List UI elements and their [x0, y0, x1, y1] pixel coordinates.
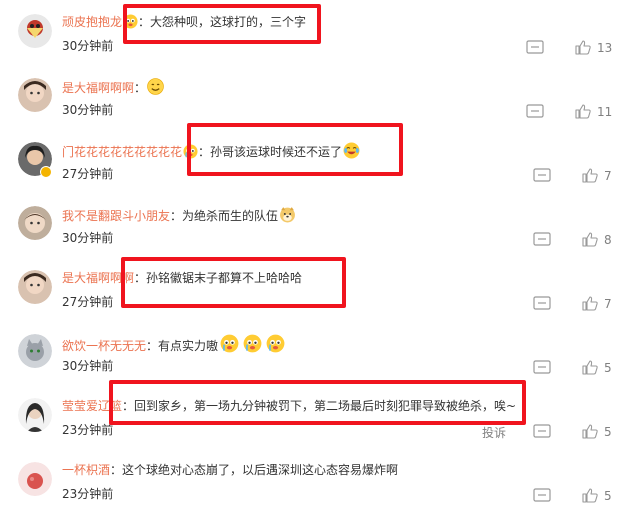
comment-item: 欲饮一杯无无无：有点实力嗷 30分钟前 5	[0, 324, 637, 388]
highlight-box	[121, 257, 346, 308]
crying-face-icon	[220, 334, 239, 353]
like-button[interactable]: 5	[582, 360, 612, 376]
like-count: 5	[604, 489, 612, 503]
username-link[interactable]: 是大福啊啊啊	[62, 81, 134, 95]
comment-line: 一杯枳酒：这个球绝对心态崩了，以后遇深圳这心态容易爆炸啊	[62, 462, 398, 478]
verified-badge-icon	[40, 166, 52, 178]
username-link[interactable]: 一杯枳酒	[62, 463, 110, 477]
doge-face-icon	[279, 206, 296, 223]
reply-icon[interactable]	[533, 424, 551, 440]
comment-text: 有点实力嗷	[158, 339, 219, 353]
thumbs-up-icon	[582, 360, 598, 375]
crying-face-icon	[243, 334, 262, 353]
timestamp: 30分钟前	[62, 103, 114, 117]
like-count: 8	[604, 233, 612, 247]
reply-icon[interactable]	[533, 296, 551, 312]
like-button[interactable]: 5	[582, 424, 612, 440]
timestamp: 30分钟前	[62, 359, 114, 373]
like-button[interactable]: 13	[575, 40, 612, 56]
avatar[interactable]	[18, 462, 52, 496]
thumbs-up-icon	[582, 296, 598, 311]
thumbs-up-icon	[582, 232, 598, 247]
avatar[interactable]	[18, 334, 52, 368]
highlight-box	[123, 4, 321, 44]
separator: ：	[134, 81, 147, 95]
username-link[interactable]: 欲饮一杯无无无	[62, 339, 146, 353]
avatar[interactable]	[18, 270, 52, 304]
username-link[interactable]: 顽皮抱抱龙	[62, 15, 122, 29]
reply-icon[interactable]	[533, 488, 551, 504]
like-count: 7	[604, 169, 612, 183]
thumbs-up-icon	[582, 488, 598, 503]
thumbs-up-icon	[575, 104, 591, 119]
comment-item: 我不是翻跟斗小朋友：为绝杀而生的队伍 30分钟前 8	[0, 196, 637, 260]
like-count: 13	[597, 41, 613, 55]
like-count: 11	[597, 105, 613, 119]
reply-icon[interactable]	[526, 40, 544, 56]
separator: ：	[170, 209, 183, 223]
reply-icon[interactable]	[533, 232, 551, 248]
smile-face-icon	[147, 78, 164, 95]
report-link[interactable]: 投诉	[482, 424, 506, 441]
like-button[interactable]: 11	[575, 104, 612, 120]
reply-icon[interactable]	[526, 104, 544, 120]
comment-text: 这个球绝对心态崩了，以后遇深圳这心态容易爆炸啊	[122, 463, 399, 477]
like-button[interactable]: 7	[582, 296, 612, 312]
like-button[interactable]: 5	[582, 488, 612, 504]
timestamp: 27分钟前	[62, 295, 114, 309]
timestamp: 23分钟前	[62, 423, 114, 437]
highlight-box	[187, 123, 403, 176]
comment-line: 是大福啊啊啊：	[62, 78, 164, 96]
separator: ：	[146, 339, 159, 353]
username-link[interactable]: 我不是翻跟斗小朋友	[62, 209, 170, 223]
comment-line: 我不是翻跟斗小朋友：为绝杀而生的队伍	[62, 206, 296, 224]
avatar[interactable]	[18, 398, 52, 432]
reply-icon[interactable]	[533, 168, 551, 184]
thumbs-up-icon	[575, 40, 591, 55]
like-button[interactable]: 8	[582, 232, 612, 248]
avatar[interactable]	[18, 14, 52, 48]
comment-item: 一杯枳酒：这个球绝对心态崩了，以后遇深圳这心态容易爆炸啊 23分钟前 5	[0, 452, 637, 516]
timestamp: 30分钟前	[62, 39, 114, 53]
timestamp: 23分钟前	[62, 487, 114, 501]
comment-line: 欲饮一杯无无无：有点实力嗷	[62, 334, 285, 354]
like-button[interactable]: 7	[582, 168, 612, 184]
avatar[interactable]	[18, 206, 52, 240]
comment-text: 为绝杀而生的队伍	[182, 209, 279, 223]
reply-icon[interactable]	[533, 360, 551, 376]
highlight-box	[109, 380, 526, 425]
separator: ：	[110, 463, 123, 477]
thumbs-up-icon	[582, 424, 598, 439]
username-link[interactable]: 门花花花花花花花花花	[62, 145, 182, 159]
like-count: 7	[604, 297, 612, 311]
timestamp: 27分钟前	[62, 167, 114, 181]
like-count: 5	[604, 425, 612, 439]
avatar[interactable]	[18, 78, 52, 112]
timestamp: 30分钟前	[62, 231, 114, 245]
like-count: 5	[604, 361, 612, 375]
crying-face-icon	[266, 334, 285, 353]
thumbs-up-icon	[582, 168, 598, 183]
